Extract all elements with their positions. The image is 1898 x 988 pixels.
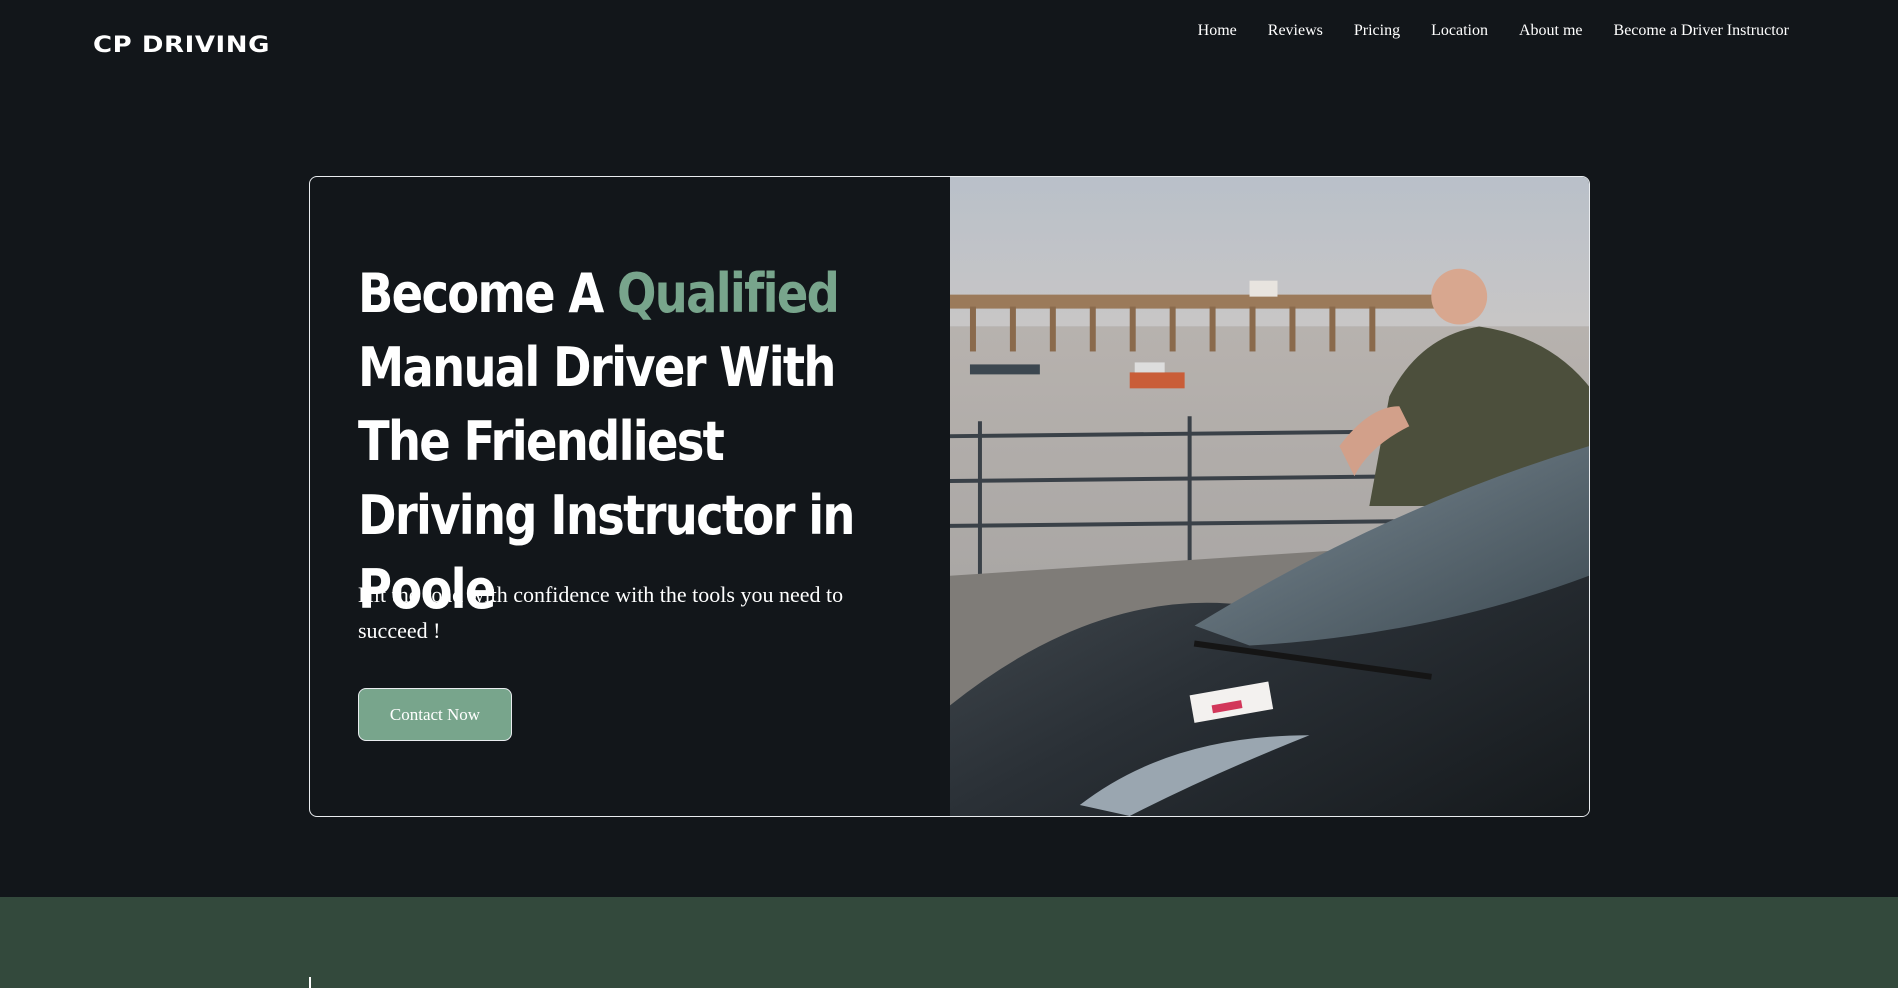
- section-divider-marker: [309, 977, 311, 988]
- hero-text-panel: Become A Qualified Manual Driver With Th…: [310, 177, 950, 816]
- hero-card: Become A Qualified Manual Driver With Th…: [309, 176, 1590, 817]
- site-logo[interactable]: CP DRIVING: [93, 33, 270, 58]
- hero-headline: Become A Qualified Manual Driver With Th…: [358, 257, 908, 627]
- site-header: CP DRIVING Home Reviews Pricing Location…: [0, 0, 1898, 90]
- nav-about-me[interactable]: About me: [1519, 20, 1583, 42]
- nav-become-instructor[interactable]: Become a Driver Instructor: [1614, 20, 1789, 42]
- instructor-car-photo-icon: [950, 177, 1589, 816]
- nav-location[interactable]: Location: [1431, 20, 1488, 42]
- nav-reviews[interactable]: Reviews: [1268, 20, 1323, 42]
- main-nav: Home Reviews Pricing Location About me B…: [1198, 20, 1789, 42]
- headline-accent-word: Qualified: [617, 262, 840, 325]
- headline-text-start: Become A: [358, 262, 618, 325]
- contact-now-button[interactable]: Contact Now: [358, 688, 512, 741]
- hero-subtext: Hit the road with confidence with the to…: [358, 582, 844, 643]
- nav-home[interactable]: Home: [1198, 20, 1237, 42]
- nav-pricing[interactable]: Pricing: [1354, 20, 1400, 42]
- hero-image: [950, 177, 1589, 816]
- next-section-band: [0, 897, 1898, 988]
